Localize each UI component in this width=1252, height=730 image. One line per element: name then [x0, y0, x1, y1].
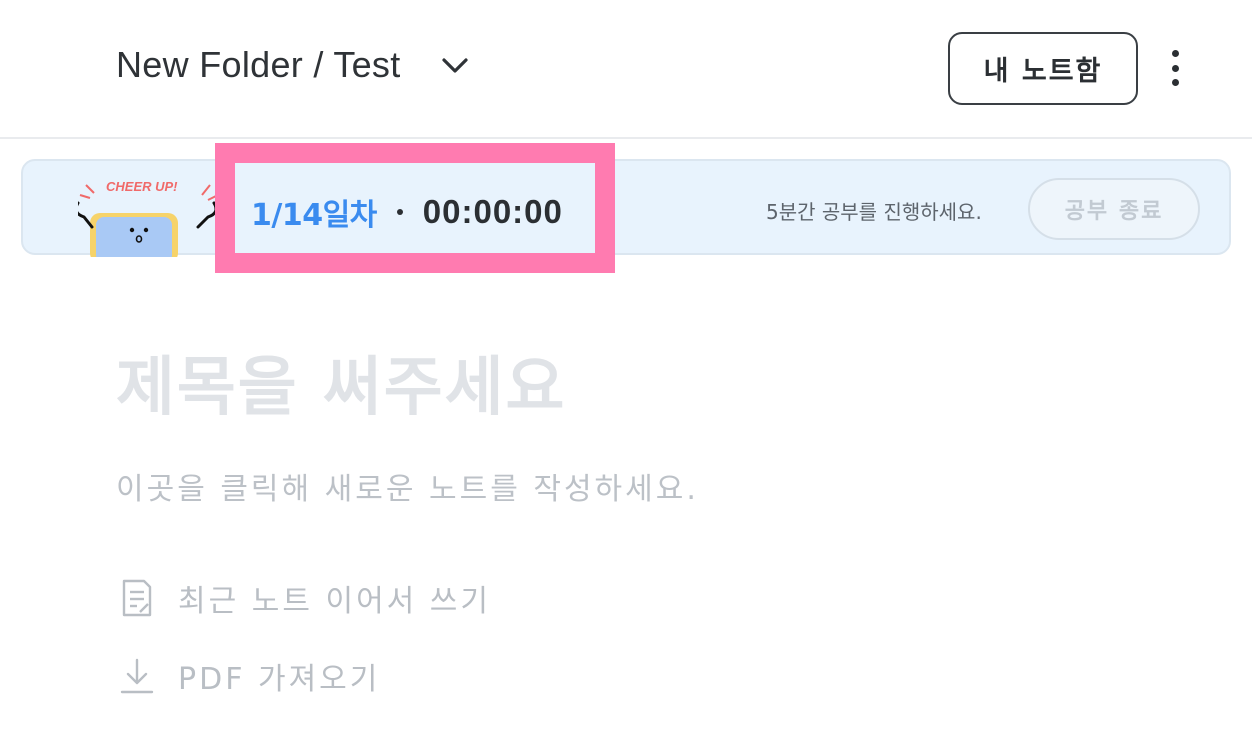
import-pdf-label: PDF 가져오기 [178, 662, 381, 697]
breadcrumb-text: New Folder / Test [116, 44, 401, 85]
cheer-up-mascot-icon: CHEER UP! [78, 179, 219, 257]
continue-recent-note-button[interactable]: 최근 노트 이어서 쓰기 [118, 576, 491, 620]
chevron-down-icon[interactable] [439, 49, 471, 81]
top-bar: New Folder / Test 내 노트함 [0, 0, 1252, 139]
download-icon [120, 658, 154, 694]
note-title-input[interactable]: 제목을 써주세요 [116, 336, 1016, 428]
document-icon [122, 579, 152, 617]
study-hint-text: 5분간 공부를 진행하세요. [766, 200, 982, 224]
mascot-caption: CHEER UP! [106, 179, 178, 194]
import-pdf-button[interactable]: PDF 가져오기 [118, 654, 380, 698]
highlight-box [215, 143, 615, 273]
continue-recent-note-label: 최근 노트 이어서 쓰기 [178, 584, 492, 619]
more-vertical-icon[interactable] [1160, 48, 1190, 88]
my-notebox-button[interactable]: 내 노트함 [948, 32, 1138, 105]
end-study-button[interactable]: 공부 종료 [1028, 178, 1200, 240]
note-body-input[interactable]: 이곳을 클릭해 새로운 노트를 작성하세요. [116, 464, 1016, 508]
folder-breadcrumb[interactable]: New Folder / Test [116, 44, 471, 86]
